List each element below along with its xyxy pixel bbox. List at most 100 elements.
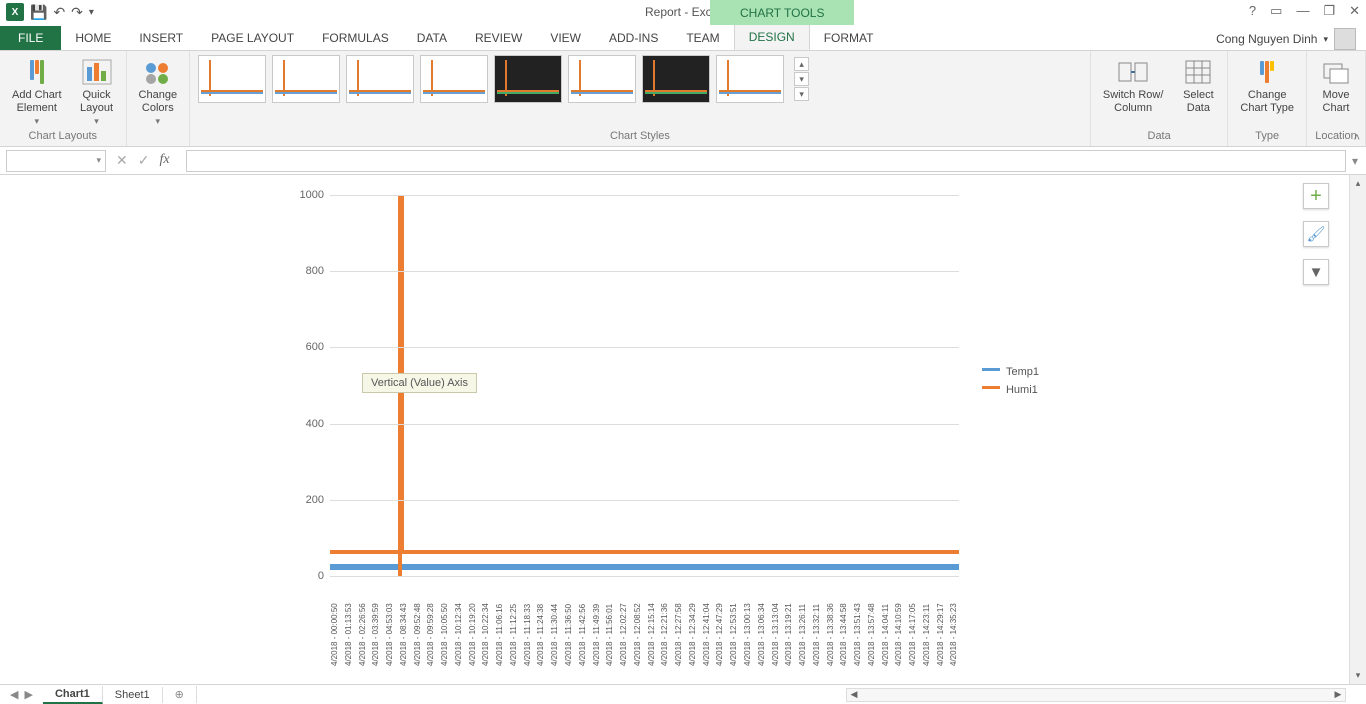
redo-icon[interactable]: ↷ (71, 4, 83, 21)
series-temp[interactable] (330, 564, 959, 570)
y-tick-label: 600 (306, 341, 330, 353)
select-data-button[interactable]: Select Data (1177, 55, 1219, 116)
tab-insert[interactable]: INSERT (125, 26, 197, 50)
btn-label: Quick Layout (80, 89, 113, 114)
chart-style-7[interactable] (642, 55, 710, 103)
x-tick-label: 4/2018 - 13:19:21 (784, 578, 793, 666)
chart-style-8[interactable] (716, 55, 784, 103)
ribbon-tabbar: FILE HOME INSERT PAGE LAYOUT FORMULAS DA… (0, 25, 1366, 51)
series-humi[interactable] (330, 550, 959, 554)
chart-style-3[interactable] (346, 55, 414, 103)
x-tick-label: 4/2018 - 10:19:20 (468, 578, 477, 666)
x-axis-labels[interactable]: 4/2018 - 00:00:504/2018 - 01:13:534/2018… (330, 578, 959, 666)
change-chart-type-button[interactable]: Change Chart Type (1236, 55, 1298, 116)
add-chart-element-button[interactable]: Add Chart Element▾ (8, 55, 66, 129)
chart-object[interactable]: Temp1 Humi1 02004006008001000 Vertical (… (290, 175, 1049, 666)
sheet-nav-prev-icon[interactable]: ◀ (10, 688, 18, 701)
user-menu-caret-icon[interactable]: ▾ (1323, 34, 1328, 45)
chart-legend[interactable]: Temp1 Humi1 (982, 366, 1039, 402)
sheet-tab-chart1[interactable]: Chart1 (43, 686, 103, 704)
tab-format[interactable]: FORMAT (810, 26, 888, 50)
chart-elements-button[interactable]: + (1303, 183, 1329, 209)
change-colors-button[interactable]: Change Colors▾ (135, 55, 182, 129)
tab-home[interactable]: HOME (61, 26, 125, 50)
tab-view[interactable]: VIEW (536, 26, 595, 50)
titlebar: X 💾 ↶ ↷ ▾ Report - Excel CHART TOOLS ? ▭… (0, 0, 1366, 25)
chart-styles-button[interactable]: 🖌 (1303, 221, 1329, 247)
help-icon[interactable]: ? (1249, 3, 1256, 19)
fx-icon[interactable]: fx (159, 152, 169, 169)
user-avatar-icon[interactable] (1334, 28, 1356, 50)
x-tick-label: 4/2018 - 13:13:04 (771, 578, 780, 666)
group-chart-styles: ▴ ▾ ▾ Chart Styles (190, 51, 1091, 146)
collapse-ribbon-icon[interactable]: ˄ (1354, 132, 1360, 144)
switch-row-column-button[interactable]: Switch Row/ Column (1099, 55, 1168, 116)
excel-icon: X (6, 3, 24, 21)
sheet-tab-sheet1[interactable]: Sheet1 (103, 687, 163, 703)
x-tick-label: 4/2018 - 11:56:01 (605, 578, 614, 666)
tab-review[interactable]: REVIEW (461, 26, 536, 50)
x-tick-label: 4/2018 - 13:38:36 (826, 578, 835, 666)
x-tick-label: 4/2018 - 09:52:48 (413, 578, 422, 666)
x-tick-label: 4/2018 - 11:24:38 (536, 578, 545, 666)
x-tick-label: 4/2018 - 14:04:11 (881, 578, 890, 666)
sheet-nav-next-icon[interactable]: ▶ (24, 688, 32, 701)
chart-style-gallery: ▴ ▾ ▾ (198, 55, 809, 103)
y-tick-label: 800 (306, 265, 330, 277)
close-icon[interactable]: ✕ (1349, 3, 1360, 19)
chart-style-4[interactable] (420, 55, 488, 103)
chart-style-2[interactable] (272, 55, 340, 103)
formula-input[interactable] (186, 150, 1346, 172)
quick-layout-button[interactable]: Quick Layout▾ (76, 55, 118, 129)
scroll-up-icon[interactable]: ▴ (1350, 175, 1366, 192)
save-icon[interactable]: 💾 (30, 4, 47, 21)
x-tick-label: 4/2018 - 03:39:59 (371, 578, 380, 666)
qat-customize-icon[interactable]: ▾ (89, 7, 94, 18)
y-tick-label: 1000 (300, 189, 330, 201)
chart-style-5[interactable] (494, 55, 562, 103)
quick-access-toolbar: X 💾 ↶ ↷ ▾ (0, 3, 94, 21)
tab-formulas[interactable]: FORMULAS (308, 26, 403, 50)
x-tick-label: 4/2018 - 11:42:56 (578, 578, 587, 666)
tab-team[interactable]: TEAM (672, 26, 733, 50)
chart-style-1[interactable] (198, 55, 266, 103)
tab-data[interactable]: DATA (403, 26, 461, 50)
x-tick-label: 4/2018 - 12:21:36 (660, 578, 669, 666)
chart-sheet[interactable]: Temp1 Humi1 02004006008001000 Vertical (… (0, 175, 1349, 684)
ribbon-options-icon[interactable]: ▭ (1270, 3, 1282, 19)
scroll-down-icon[interactable]: ▾ (1350, 667, 1366, 684)
tab-page-layout[interactable]: PAGE LAYOUT (197, 26, 308, 50)
restore-icon[interactable]: ❐ (1323, 3, 1335, 19)
group-label: Chart Layouts (29, 130, 97, 144)
x-tick-label: 4/2018 - 13:26:11 (798, 578, 807, 666)
undo-icon[interactable]: ↶ (53, 4, 65, 21)
scroll-right-icon[interactable]: ▶ (1331, 689, 1345, 701)
x-tick-label: 4/2018 - 12:47:29 (715, 578, 724, 666)
x-tick-label: 4/2018 - 12:27:58 (674, 578, 683, 666)
vertical-scrollbar[interactable]: ▴ ▾ (1349, 175, 1366, 684)
tab-design[interactable]: DESIGN (734, 24, 810, 50)
x-tick-label: 4/2018 - 14:35:23 (949, 578, 958, 666)
gallery-down-icon[interactable]: ▾ (794, 72, 809, 86)
chart-style-6[interactable] (568, 55, 636, 103)
new-sheet-button[interactable]: ⊕ (163, 686, 197, 703)
chart-filters-button[interactable]: ▼ (1303, 259, 1329, 285)
name-box[interactable]: ▾ (6, 150, 106, 172)
x-tick-label: 4/2018 - 02:26:56 (358, 578, 367, 666)
minimize-icon[interactable]: — (1296, 3, 1309, 19)
group-label: Chart Styles (610, 130, 670, 144)
move-chart-button[interactable]: Move Chart (1315, 55, 1357, 116)
x-tick-label: 4/2018 - 14:17:05 (908, 578, 917, 666)
user-name[interactable]: Cong Nguyen Dinh (1216, 32, 1317, 46)
btn-label: Move Chart (1323, 89, 1350, 114)
horizontal-scrollbar[interactable]: ◀ ▶ (846, 688, 1346, 702)
gallery-more-icon[interactable]: ▾ (794, 87, 809, 101)
x-tick-label: 4/2018 - 13:51:43 (853, 578, 862, 666)
group-type: Change Chart Type Type (1228, 51, 1307, 146)
gallery-up-icon[interactable]: ▴ (794, 57, 809, 71)
tab-file[interactable]: FILE (0, 26, 61, 50)
tab-addins[interactable]: ADD-INS (595, 26, 672, 50)
scroll-left-icon[interactable]: ◀ (847, 689, 861, 701)
legend-humi: Humi1 (1006, 384, 1038, 396)
formula-expand-icon[interactable]: ▾ (1352, 154, 1366, 168)
